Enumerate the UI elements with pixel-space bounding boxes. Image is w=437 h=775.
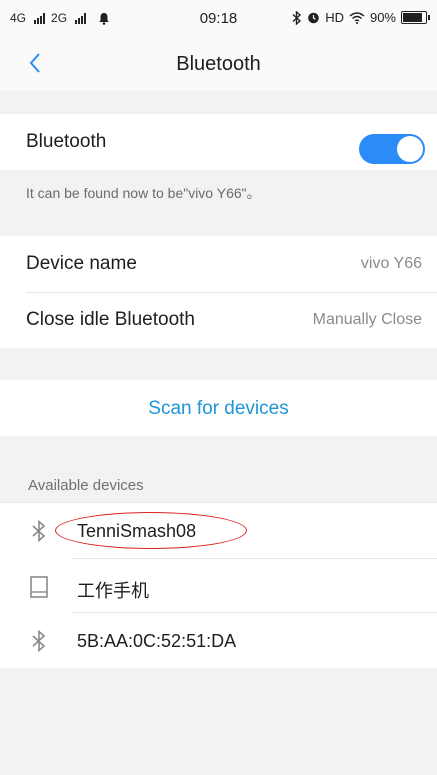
divider <box>72 558 437 559</box>
bluetooth-status-icon <box>292 10 302 25</box>
divider <box>72 612 437 613</box>
device-name-value: vivo Y66 <box>360 255 422 272</box>
phone-icon <box>30 576 48 598</box>
bluetooth-label: Bluetooth <box>26 131 107 152</box>
device-settings-section: Device name vivo Y66 Close idle Bluetoot… <box>0 236 437 348</box>
device-name-row[interactable]: Device name vivo Y66 <box>0 236 437 292</box>
scan-devices-button[interactable]: Scan for devices <box>0 398 437 420</box>
annotation-oval <box>55 512 247 549</box>
close-idle-label: Close idle Bluetooth <box>26 309 195 330</box>
alarm-icon <box>308 12 319 24</box>
battery-fill <box>403 13 422 22</box>
device-name: 5B:AA:0C:52:51:DA <box>77 631 237 651</box>
device-name: 工作手机 <box>77 581 149 601</box>
battery-icon <box>401 11 430 24</box>
visibility-hint: It can be found now to be"vivo Y66"。 <box>26 185 261 201</box>
available-devices-header: Available devices <box>28 477 144 494</box>
list-item-device[interactable]: 工作手机 <box>0 560 437 614</box>
wifi-icon <box>349 11 365 24</box>
navigation-bar: Bluetooth <box>0 38 437 90</box>
hd-label: HD <box>325 10 344 25</box>
status-bar: 4G 2G 09:18 HD 90% <box>0 0 437 38</box>
toggle-knob <box>397 136 423 162</box>
bluetooth-toggle[interactable] <box>359 134 425 164</box>
battery-percent: 90% <box>369 10 396 25</box>
bluetooth-icon <box>32 629 46 653</box>
page-title: Bluetooth <box>176 53 261 75</box>
close-idle-row[interactable]: Close idle Bluetooth Manually Close <box>0 292 437 348</box>
divider <box>0 502 437 503</box>
bluetooth-icon <box>32 519 46 543</box>
list-item-device[interactable]: 5B:AA:0C:52:51:DA <box>0 614 437 668</box>
status-right: HD 90% <box>292 10 430 25</box>
device-name-label: Device name <box>26 253 137 274</box>
close-idle-value: Manually Close <box>312 311 422 328</box>
